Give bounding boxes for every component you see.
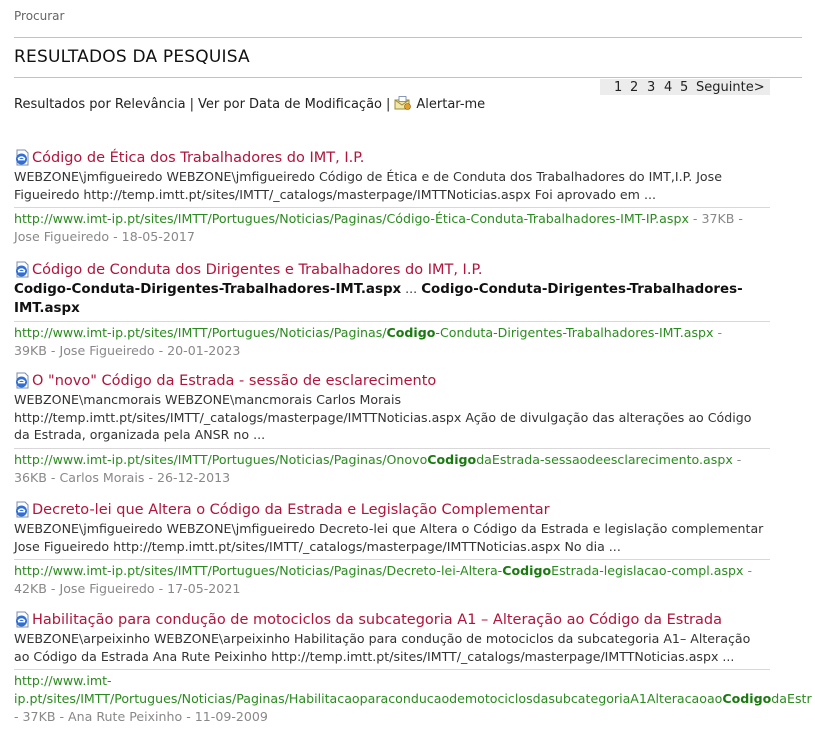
- url-highlight: Codigo: [722, 691, 772, 706]
- result-divider: [14, 207, 770, 208]
- result-size: -: [743, 563, 753, 578]
- result-snippet: WEBZONE\jmfigueiredo WEBZONE\jmfigueired…: [14, 520, 770, 555]
- document-icon: [16, 501, 29, 518]
- url-part: -Conduta-Dirigentes-Trabalhadores-IMT.as…: [435, 325, 714, 340]
- result-meta: - 37KB - Ana Rute Peixinho - 11-09-2009: [14, 709, 268, 724]
- result-meta: Jose Figueiredo - 18-05-2017: [14, 229, 195, 244]
- url-part: ip.pt/sites/IMTT/Portugues/Noticias/Pagi…: [14, 691, 723, 706]
- url-highlight: Codigo: [386, 325, 436, 340]
- snippet-line: Figueiredo http://temp.imtt.pt/sites/IMT…: [14, 186, 656, 202]
- result-title-link[interactable]: O "novo" Código da Estrada - sessão de e…: [14, 372, 770, 390]
- sort-relevance: Resultados por Relevância: [14, 97, 186, 112]
- page-link-5[interactable]: 5: [680, 80, 688, 95]
- result-url: http://www.imt-: [14, 672, 815, 690]
- alert-me-link[interactable]: Alertar-me: [394, 96, 486, 112]
- url-part: daEstrada-sessaodeesclarecimento.aspx: [476, 451, 733, 467]
- result-url: ip.pt/sites/IMTT/Portugues/Noticias/Pagi…: [14, 690, 815, 708]
- page-link-2[interactable]: 2: [630, 80, 638, 95]
- result-divider: [14, 669, 770, 670]
- result-meta: 42KB - Jose Figueiredo - 17-05-2021: [14, 581, 241, 596]
- result-meta: 39KB - Jose Figueiredo - 20-01-2023: [14, 343, 241, 358]
- snippet-line: http://temp.imtt.pt/sites/IMTT/_catalogs…: [14, 409, 752, 425]
- search-result: Código de Conduta dos Dirigentes e Traba…: [14, 261, 770, 360]
- snippet-bold: IMT.aspx: [14, 300, 80, 316]
- result-divider: [14, 559, 770, 560]
- result-size: - 37KB -: [688, 211, 743, 226]
- result-snippet: Codigo-Conduta-Dirigentes-Trabalhadores-…: [14, 280, 770, 317]
- snippet-ellipsis: ...: [401, 281, 422, 296]
- result-title: O "novo" Código da Estrada - sessão de e…: [32, 373, 437, 389]
- alert-envelope-icon: [394, 96, 412, 110]
- document-icon: [16, 611, 29, 628]
- result-meta: 36KB - Carlos Morais - 26-12-2013: [14, 469, 231, 485]
- search-result: Decreto-lei que Altera o Código da Estra…: [14, 501, 770, 598]
- snippet-line: WEBZONE\mancmorais WEBZONE\mancmorais Ca…: [14, 392, 402, 407]
- pagination: 1 2 3 4 5 Seguinte>: [600, 79, 770, 95]
- page-link-1[interactable]: 1: [614, 80, 622, 95]
- sort-bar: Resultados por Relevância | Ver por Data d…: [14, 96, 485, 112]
- search-result: O "novo" Código da Estrada - sessão de e…: [14, 372, 770, 487]
- result-url-link[interactable]: http://www.imt-ip.pt/sites/IMTT/Portugue…: [14, 211, 689, 226]
- result-title-link[interactable]: Decreto-lei que Altera o Código da Estra…: [14, 501, 770, 519]
- result-size: -: [732, 451, 742, 467]
- result-url-link[interactable]: http://www.imt-ip.pt/sites/IMTT/Portugue…: [14, 563, 744, 578]
- url-part: daEstr: [771, 691, 812, 706]
- snippet-line: WEBZONE\jmfigueiredo WEBZONE\jmfigueired…: [14, 169, 722, 184]
- separator: |: [189, 97, 194, 112]
- header-divider: [14, 37, 802, 38]
- result-title: Decreto-lei que Altera o Código da Estra…: [32, 502, 550, 518]
- result-snippet: WEBZONE\arpeixinho WEBZONE\arpeixinho Ha…: [14, 630, 770, 665]
- url-part: http://www.imt-ip.pt/sites/IMTT/Portugue…: [14, 563, 503, 578]
- url-part: http://www.imt-ip.pt/sites/IMTT/Portugue…: [14, 325, 387, 340]
- breadcrumb[interactable]: Procurar: [14, 9, 64, 23]
- document-icon: [16, 261, 29, 278]
- result-title: Código de Ética dos Trabalhadores do IMT…: [32, 150, 365, 166]
- snippet-bold: Codigo-Conduta-Dirigentes-Trabalhadores-: [421, 282, 743, 297]
- document-icon: [16, 149, 29, 166]
- alert-me-label: Alertar-me: [416, 97, 486, 112]
- result-snippet: WEBZONE\jmfigueiredo WEBZONE\jmfigueired…: [14, 168, 770, 203]
- separator: |: [386, 97, 391, 112]
- snippet-line: WEBZONE\jmfigueiredo WEBZONE\jmfigueired…: [14, 521, 764, 536]
- snippet-line: Jose Figueiredo http://temp.imtt.pt/site…: [14, 538, 621, 554]
- result-url-link[interactable]: ip.pt/sites/IMTT/Portugues/Noticias/Pagi…: [14, 691, 812, 706]
- result-url-link[interactable]: http://www.imt-ip.pt/sites/IMTT/Portugue…: [14, 325, 713, 340]
- sort-by-date-link[interactable]: Ver por Data de Modificação: [198, 97, 382, 112]
- result-divider: [14, 447, 770, 449]
- page-title: RESULTADOS DA PESQUISA: [14, 47, 250, 67]
- search-result: Código de Ética dos Trabalhadores do IMT…: [14, 149, 770, 246]
- snippet-bold: Codigo-Conduta-Dirigentes-Trabalhadores-…: [14, 282, 402, 297]
- title-divider: [14, 77, 802, 78]
- result-url: http://www.imt-ip.pt/sites/IMTT/Portugue…: [14, 324, 770, 342]
- result-url: http://www.imt-ip.pt/sites/IMTT/Portugue…: [14, 451, 770, 469]
- result-url: http://www.imt-ip.pt/sites/IMTT/Portugue…: [14, 210, 770, 228]
- url-highlight: Codigo: [502, 563, 552, 578]
- snippet-line: WEBZONE\arpeixinho WEBZONE\arpeixinho Ha…: [14, 631, 751, 646]
- page-link-4[interactable]: 4: [664, 80, 672, 95]
- result-title: Código de Conduta dos Dirigentes e Traba…: [32, 262, 483, 278]
- result-title-link[interactable]: Habilitação para condução de motociclos …: [14, 611, 815, 629]
- url-part: Estrada-legislacao-compl.aspx: [551, 563, 744, 578]
- search-result: Habilitação para condução de motociclos …: [14, 611, 815, 726]
- result-title-link[interactable]: Código de Conduta dos Dirigentes e Traba…: [14, 261, 770, 279]
- result-url: http://www.imt-ip.pt/sites/IMTT/Portugue…: [14, 562, 770, 580]
- snippet-line: da Estrada, organizada pela ANSR no ...: [14, 427, 266, 442]
- document-icon: [16, 372, 29, 389]
- page-link-3[interactable]: 3: [647, 80, 655, 95]
- result-title: Habilitação para condução de motociclos …: [32, 612, 722, 628]
- result-size: -: [713, 325, 723, 340]
- result-title-link[interactable]: Código de Ética dos Trabalhadores do IMT…: [14, 149, 770, 167]
- result-divider: [14, 321, 770, 322]
- url-part: http://www.imt-ip.pt/sites/IMTT/Portugue…: [14, 451, 428, 467]
- next-page-link[interactable]: Seguinte>: [696, 80, 765, 95]
- result-snippet: WEBZONE\mancmorais WEBZONE\mancmorais Ca…: [14, 391, 770, 444]
- result-url-link[interactable]: http://www.imt-: [14, 673, 112, 688]
- result-url-link[interactable]: http://www.imt-ip.pt/sites/IMTT/Portugue…: [14, 452, 733, 467]
- snippet-line: ao Código da Estrada Ana Rute Peixinho h…: [14, 648, 735, 664]
- url-highlight: Codigo: [427, 451, 477, 467]
